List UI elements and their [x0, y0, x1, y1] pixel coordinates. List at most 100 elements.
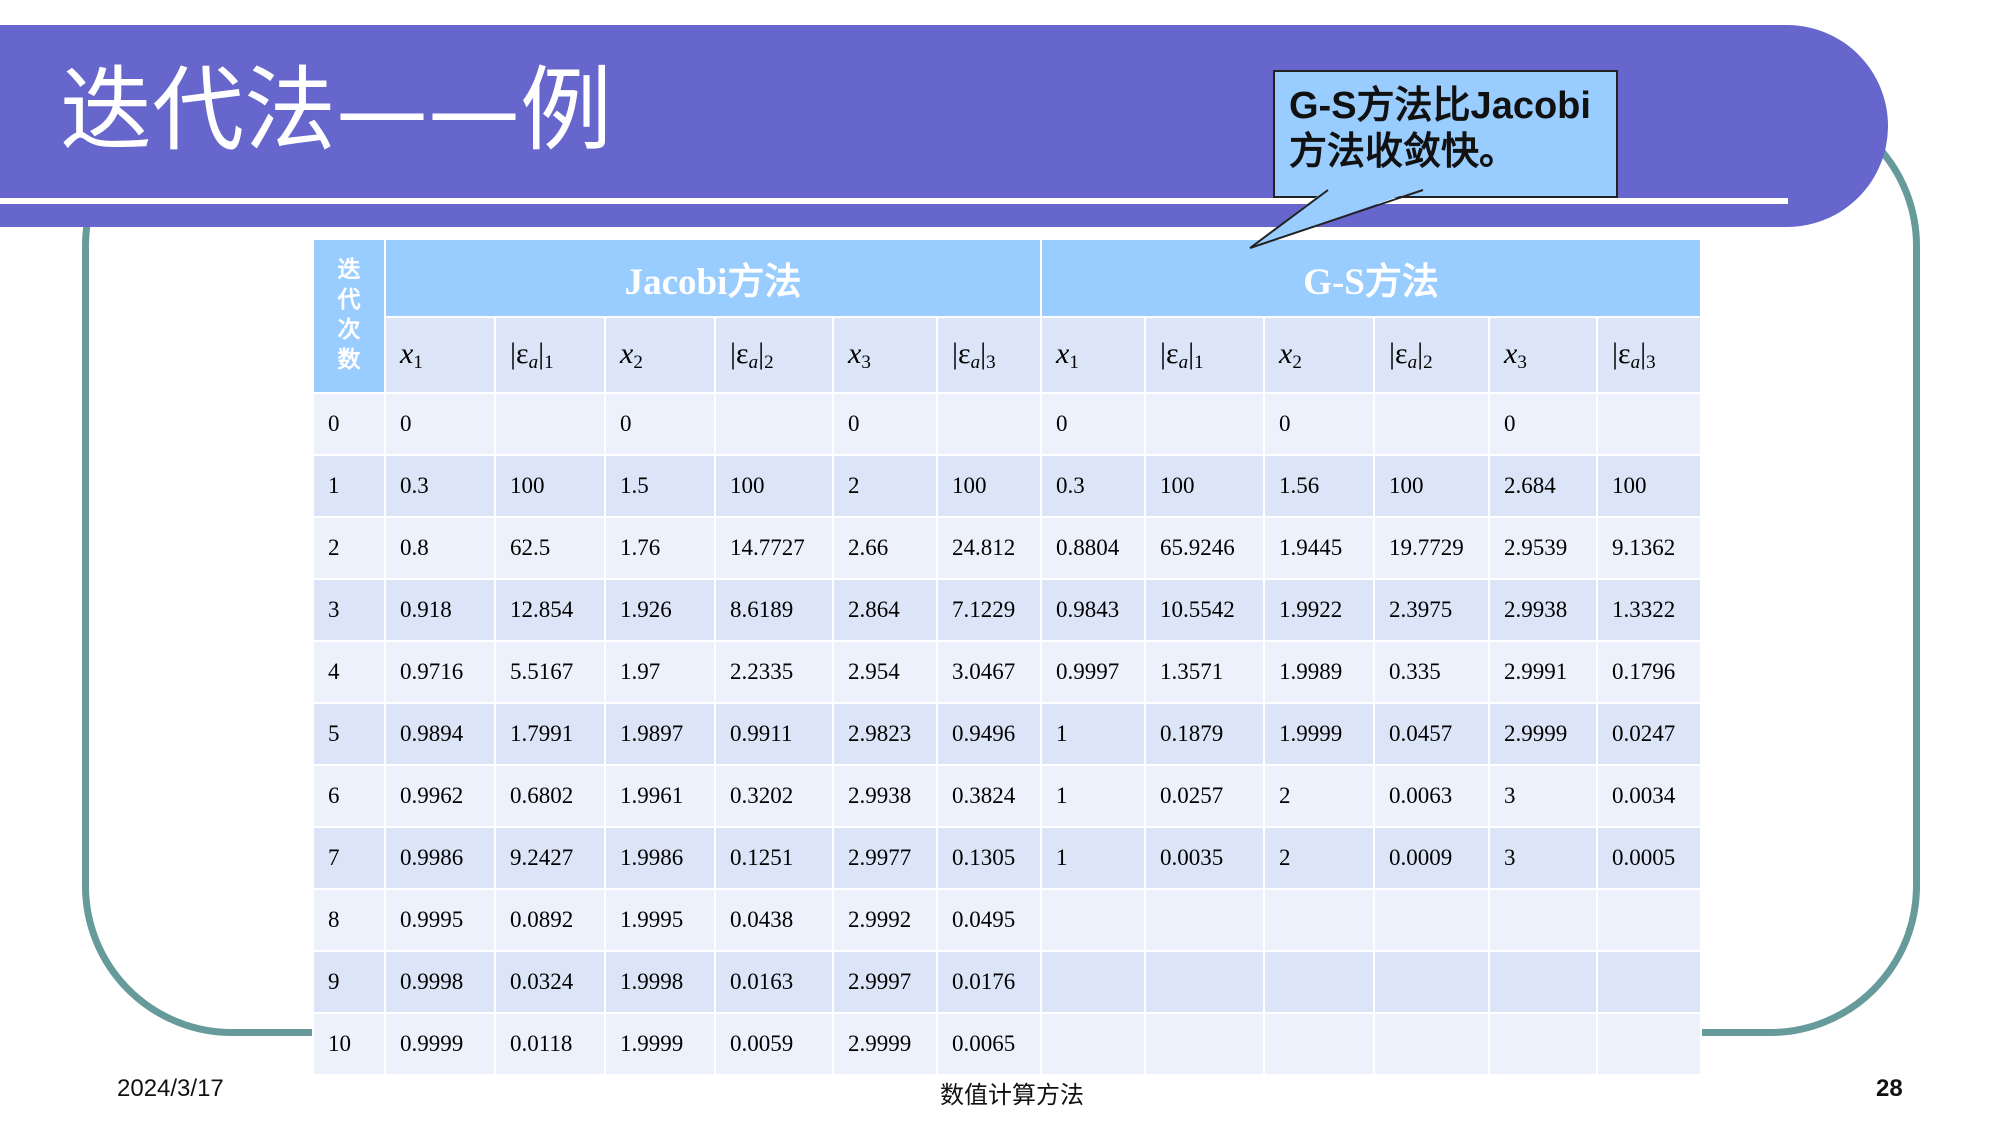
- table-cell: [1263, 1012, 1376, 1076]
- table-cell: 2.9991: [1488, 640, 1599, 704]
- epsilon-subscript: a: [970, 351, 981, 373]
- table-cell: 2: [1263, 764, 1376, 828]
- x-column-header: x3: [1488, 316, 1599, 394]
- table-cell: 2.9992: [832, 888, 938, 952]
- table-cell: [1040, 888, 1147, 952]
- table-row: 9 0.9998 0.0324 1.9998 0.0163 2.9997 0.0176: [312, 950, 1703, 1014]
- error-column-header: |εa|3: [1596, 316, 1703, 394]
- page-number: 28: [1876, 1075, 1903, 1102]
- table-cell: 3: [1488, 764, 1599, 828]
- table-cell: 62.5: [494, 516, 606, 580]
- iteration-number-cell: 6: [312, 764, 386, 828]
- epsilon-subscript: a: [1178, 351, 1189, 373]
- table-cell: [1144, 888, 1266, 952]
- iteration-number-cell: 9: [312, 950, 386, 1014]
- table-cell: 0: [1488, 392, 1599, 456]
- table-cell: 2.684: [1488, 454, 1599, 518]
- iteration-number-cell: 0: [312, 392, 386, 456]
- table-cell: 0.9998: [384, 950, 496, 1014]
- table-row: 0000000: [312, 392, 1703, 456]
- table-cell: [714, 392, 834, 456]
- table-cell: 0.9894: [384, 702, 496, 766]
- epsilon-symbol: |ε: [1160, 336, 1179, 370]
- table-cell: 3.0467: [935, 640, 1043, 704]
- table-cell: [1144, 1012, 1266, 1076]
- table-cell: 8.6189: [714, 578, 834, 642]
- table-cell: 0.8: [384, 516, 496, 580]
- table-cell: [1263, 950, 1376, 1014]
- table-cell: 7.1229: [935, 578, 1043, 642]
- column-index: 1: [544, 351, 554, 373]
- table-cell: 1.9986: [604, 826, 716, 890]
- callout-line-1: G-S方法比Jacobi: [1289, 85, 1591, 127]
- iteration-number-cell: 2: [312, 516, 386, 580]
- table-cell: 1.9961: [604, 764, 716, 828]
- table-cell: 100: [1373, 454, 1491, 518]
- table-cell: 2.9938: [832, 764, 938, 828]
- table-cell: [1040, 1012, 1147, 1076]
- table-cell: 0: [604, 392, 716, 456]
- iteration-number-cell: 3: [312, 578, 386, 642]
- table-cell: 1.926: [604, 578, 716, 642]
- table-cell: [1488, 950, 1599, 1014]
- table-cell: 0: [384, 392, 496, 456]
- epsilon-symbol: |ε: [1389, 336, 1408, 370]
- table-cell: 0.3: [1040, 454, 1147, 518]
- table-row: 4 0.9716 5.5167 1.97 2.2335 2.954 3.0467 0.9997…: [312, 640, 1703, 704]
- table-cell: 2.954: [832, 640, 938, 704]
- column-index: 1: [413, 351, 423, 373]
- table-cell: 2.9938: [1488, 578, 1599, 642]
- table-cell: 0.0257: [1144, 764, 1266, 828]
- iter-header-char: 代: [337, 287, 361, 314]
- table-cell: [1373, 888, 1491, 952]
- table-cell: 2.9823: [832, 702, 938, 766]
- table-cell: 1.7991: [494, 702, 606, 766]
- callout-tail: [1249, 188, 1424, 249]
- x-symbol: x: [1504, 336, 1518, 370]
- table-cell: [494, 392, 606, 456]
- table-row: 8 0.9995 0.0892 1.9995 0.0438 2.9992 0.0495: [312, 888, 1703, 952]
- table-cell: 65.9246: [1144, 516, 1266, 580]
- table-cell: 1.56: [1263, 454, 1376, 518]
- table-cell: 0.0163: [714, 950, 834, 1014]
- footer-date: 2024/3/17: [117, 1075, 224, 1102]
- iteration-number-cell: 1: [312, 454, 386, 518]
- callout-line-2: 方法收敛快。: [1289, 130, 1518, 173]
- x-symbol: x: [848, 336, 862, 370]
- iteration-table-container: 迭 代 次 数 Jacobi方法 G-S方法 x1 |εa|1 x2 |εa|2 x3 |…: [312, 238, 1703, 1076]
- iteration-number-cell: 7: [312, 826, 386, 890]
- table-cell: [1144, 950, 1266, 1014]
- table-cell: 1.9999: [604, 1012, 716, 1076]
- column-index: 2: [764, 351, 774, 373]
- table-row: 5 0.9894 1.7991 1.9897 0.9911 2.9823 0.9496 1 0.…: [312, 702, 1703, 766]
- table-cell: 1.3571: [1144, 640, 1266, 704]
- table-cell: 0: [832, 392, 938, 456]
- table-cell: 2.3975: [1373, 578, 1491, 642]
- table-cell: 0.9986: [384, 826, 496, 890]
- x-column-header: x1: [1040, 316, 1147, 394]
- callout-box: G-S方法比Jacobi 方法收敛快。: [1273, 70, 1618, 198]
- epsilon-symbol: |ε: [1612, 336, 1631, 370]
- table-cell: 2: [832, 454, 938, 518]
- epsilon-symbol: |ε: [730, 336, 749, 370]
- table-cell: 0.0118: [494, 1012, 606, 1076]
- x-column-header: x2: [604, 316, 716, 394]
- table-cell: 0.3824: [935, 764, 1043, 828]
- table-cell: 0.1251: [714, 826, 834, 890]
- table-cell: 2.864: [832, 578, 938, 642]
- x-symbol: x: [620, 336, 634, 370]
- x-symbol: x: [1056, 336, 1070, 370]
- x-symbol: x: [400, 336, 414, 370]
- table-cell: 24.812: [935, 516, 1043, 580]
- table-cell: 0.0495: [935, 888, 1043, 952]
- column-index: 3: [1517, 351, 1527, 373]
- table-cell: 19.7729: [1373, 516, 1491, 580]
- table-cell: 0.9716: [384, 640, 496, 704]
- table-cell: [1040, 950, 1147, 1014]
- table-row: 2 0.8 62.5 1.76 14.7727 2.66 24.812 0.8804 65.92…: [312, 516, 1703, 580]
- table-cell: 1.9999: [1263, 702, 1376, 766]
- table-cell: 0.6802: [494, 764, 606, 828]
- table-row: 7 0.9986 9.2427 1.9986 0.1251 2.9977 0.1305 1 0.…: [312, 826, 1703, 890]
- table-cell: 2.9997: [832, 950, 938, 1014]
- table-cell: 0.9999: [384, 1012, 496, 1076]
